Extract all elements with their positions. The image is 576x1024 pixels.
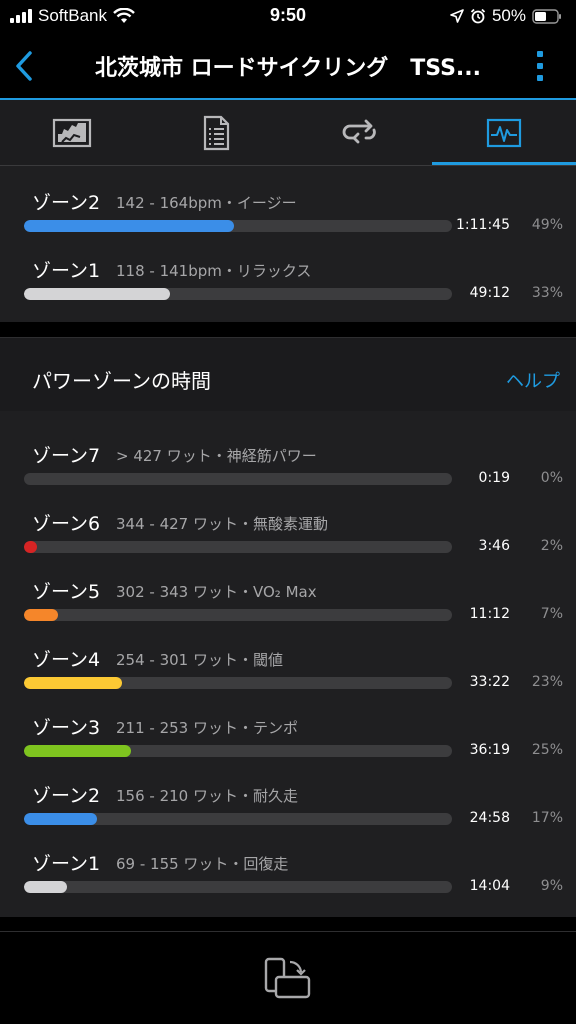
loop-icon [342, 119, 376, 143]
pulse-icon [486, 118, 522, 147]
zone-bar-fill [24, 881, 67, 893]
zone-percent: 7% [540, 606, 563, 622]
zone-row: ゾーン1 69 - 155 ワット・回復走 14:04 9% [0, 849, 576, 917]
zone-label: ゾーン4 [32, 649, 101, 671]
heart-rate-zones-section: ゾーン2 142 - 164bpm・イージー 1:11:45 49% ゾーン1 118 -… [0, 166, 576, 322]
zone-label: ゾーン7 [32, 445, 101, 467]
zone-percent: 33% [531, 285, 563, 301]
battery-icon [532, 8, 561, 24]
zone-time: 11:12 [469, 606, 510, 622]
zone-detail: 156 - 210 ワット・耐久走 [116, 787, 298, 805]
zone-detail: 142 - 164bpm・イージー [116, 194, 297, 212]
zone-time: 24:58 [469, 810, 510, 826]
zone-label: ゾーン1 [32, 853, 101, 875]
zone-bar-track [24, 609, 452, 621]
help-link[interactable]: ヘルプ [506, 367, 560, 393]
alarm-icon [470, 8, 486, 24]
zone-detail: 302 - 343 ワット・VO₂ Max [116, 583, 317, 601]
rotate-screen-icon[interactable] [263, 956, 313, 1002]
zone-label: ゾーン5 [32, 581, 101, 603]
zone-row: ゾーン1 118 - 141bpm・リラックス 49:12 33% [0, 256, 576, 324]
status-bar: SoftBank 9:50 50% [0, 0, 576, 34]
laps-tab[interactable] [288, 100, 432, 165]
zone-percent: 23% [531, 674, 563, 690]
zone-label: ゾーン2 [32, 785, 101, 807]
zone-detail: 69 - 155 ワット・回復走 [116, 855, 289, 873]
document-icon [203, 115, 230, 150]
zone-bar-fill [24, 609, 58, 621]
zone-bar-fill [24, 220, 234, 232]
zone-bar-fill [24, 288, 170, 300]
zone-row: ゾーン4 254 - 301 ワット・閾値 33:22 23% [0, 645, 576, 713]
zone-time: 36:19 [469, 742, 510, 758]
zone-detail: 118 - 141bpm・リラックス [116, 262, 312, 280]
zone-row: ゾーン7 > 427 ワット・神経筋パワー 0:19 0% [0, 441, 576, 509]
zone-bar-track [24, 745, 452, 757]
zone-bar-track [24, 288, 452, 300]
zone-time: 49:12 [469, 285, 510, 301]
zone-bar-fill [24, 677, 122, 689]
selected-tab-indicator [432, 162, 576, 165]
zone-bar-track [24, 813, 452, 825]
chart-icon [52, 118, 92, 147]
zone-percent: 9% [540, 878, 563, 894]
zone-bar-track [24, 541, 452, 553]
zone-detail: 344 - 427 ワット・無酸素運動 [116, 515, 328, 533]
zone-row: ゾーン2 142 - 164bpm・イージー 1:11:45 49% [0, 188, 576, 256]
zone-percent: 25% [531, 742, 563, 758]
zone-detail: > 427 ワット・神経筋パワー [116, 447, 317, 465]
tab-bar [0, 100, 576, 166]
zone-bar-track [24, 220, 452, 232]
zone-percent: 49% [531, 217, 563, 233]
chart-tab[interactable] [0, 100, 144, 165]
zone-detail: 211 - 253 ワット・テンポ [116, 719, 298, 737]
zone-bar-fill [24, 813, 97, 825]
details-tab[interactable] [144, 100, 288, 165]
power-zones-title: パワーゾーンの時間 [32, 369, 211, 393]
zone-percent: 17% [531, 810, 563, 826]
zone-row: ゾーン2 156 - 210 ワット・耐久走 24:58 17% [0, 781, 576, 849]
back-icon[interactable] [10, 48, 40, 84]
more-options-icon[interactable] [534, 48, 546, 84]
zone-time: 33:22 [469, 674, 510, 690]
activity-title: 北茨城市 ロードサイクリング TSS... [94, 56, 481, 81]
zone-row: ゾーン3 211 - 253 ワット・テンポ 36:19 25% [0, 713, 576, 781]
zone-bar-fill [24, 745, 131, 757]
battery-percent: 50% [491, 6, 526, 25]
zone-bar-fill [24, 541, 37, 553]
zone-bar-track [24, 881, 452, 893]
zone-label: ゾーン3 [32, 717, 101, 739]
bottom-bar [0, 931, 576, 1024]
zone-label: ゾーン2 [32, 192, 101, 214]
zone-label: ゾーン1 [32, 260, 101, 282]
zones-tab[interactable] [432, 100, 576, 165]
zone-percent: 0% [540, 470, 563, 486]
zone-time: 3:46 [478, 538, 510, 554]
zone-time: 0:19 [478, 470, 510, 486]
zone-time: 1:11:45 [456, 217, 510, 233]
zone-row: ゾーン6 344 - 427 ワット・無酸素運動 3:46 2% [0, 509, 576, 577]
power-zones-section: ゾーン7 > 427 ワット・神経筋パワー 0:19 0% ゾーン6 344 - 427 … [0, 411, 576, 917]
zone-bar-track [24, 473, 452, 485]
status-right: 50% [450, 6, 562, 26]
location-icon [450, 9, 464, 23]
zone-row: ゾーン5 302 - 343 ワット・VO₂ Max 11:12 7% [0, 577, 576, 645]
zone-label: ゾーン6 [32, 513, 101, 535]
nav-bar: 北茨城市 ロードサイクリング TSS... [0, 34, 576, 98]
zone-time: 14:04 [469, 878, 510, 894]
power-zones-header: パワーゾーンの時間 ヘルプ [0, 337, 576, 411]
zone-percent: 2% [540, 538, 563, 554]
zone-detail: 254 - 301 ワット・閾値 [116, 651, 283, 669]
zone-bar-track [24, 677, 452, 689]
